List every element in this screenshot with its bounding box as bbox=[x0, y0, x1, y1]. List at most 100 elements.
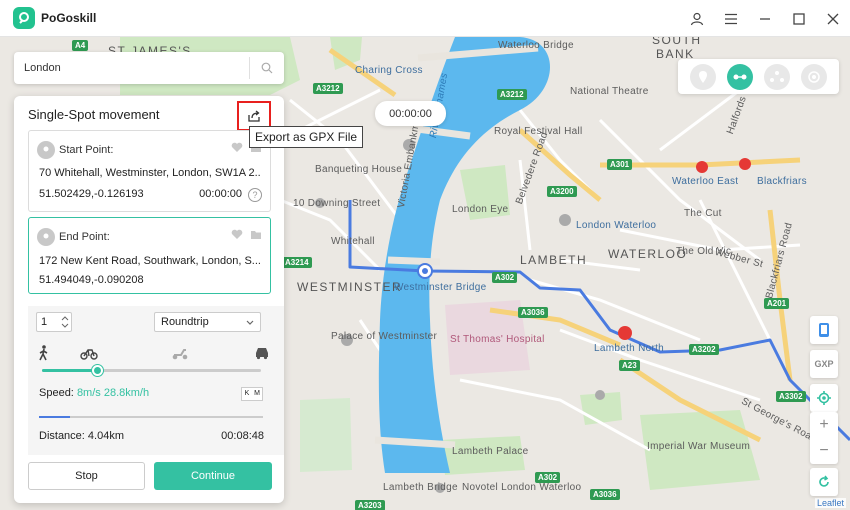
map-label: WESTMINSTER bbox=[297, 280, 403, 294]
distance-value: 4.04km bbox=[87, 430, 124, 442]
unit-m[interactable]: M bbox=[252, 388, 262, 400]
map-label: Waterloo Bridge bbox=[498, 40, 574, 51]
single-spot-mode-icon[interactable] bbox=[726, 63, 753, 90]
map-label: St Thomas' Hospital bbox=[450, 334, 545, 345]
duration-value: 00:08:48 bbox=[221, 430, 264, 442]
folder-icon[interactable] bbox=[250, 229, 262, 240]
side-toolbar: GXP bbox=[810, 316, 838, 418]
map-label: Lambeth Palace bbox=[452, 446, 529, 457]
map-label: Blackfriars bbox=[757, 176, 807, 187]
zoom-control: + − bbox=[810, 412, 838, 464]
stop-button[interactable]: Stop bbox=[28, 462, 145, 490]
road-badge: A3202 bbox=[689, 344, 719, 355]
phone-icon[interactable] bbox=[810, 316, 838, 344]
map-label: SOUTH bbox=[652, 37, 702, 47]
map-label: National Theatre bbox=[570, 86, 649, 97]
map-label: Lambeth North bbox=[594, 343, 665, 354]
trip-mode-value: Roundtrip bbox=[161, 316, 209, 328]
unit-toggle[interactable]: K M bbox=[241, 387, 263, 401]
map-label: Charing Cross bbox=[355, 65, 423, 76]
heart-icon[interactable] bbox=[231, 142, 243, 153]
stepper-arrows-icon[interactable] bbox=[60, 314, 70, 330]
export-icon bbox=[248, 110, 260, 122]
maximize-button[interactable] bbox=[782, 0, 816, 37]
reset-icon[interactable] bbox=[810, 468, 838, 496]
map-label: Whitehall bbox=[331, 236, 375, 247]
road-badge: A3036 bbox=[590, 489, 620, 500]
side-toolbar-bottom bbox=[810, 468, 838, 502]
speed-row: Speed: 8m/s 28.8km/h bbox=[39, 387, 149, 399]
map-label: London Waterloo bbox=[576, 220, 657, 231]
chevron-down-icon bbox=[246, 320, 254, 325]
panel-title: Single-Spot movement bbox=[28, 107, 160, 122]
export-tooltip: Export as GPX File bbox=[249, 126, 364, 148]
road-badge: A4 bbox=[72, 40, 89, 51]
map-label: Imperial War Museum bbox=[647, 441, 751, 452]
unit-k[interactable]: K bbox=[242, 388, 252, 400]
search-button[interactable] bbox=[250, 52, 284, 84]
help-icon[interactable]: ? bbox=[248, 188, 262, 202]
map-label: LAMBETH bbox=[520, 253, 588, 267]
gxp-button[interactable]: GXP bbox=[810, 350, 838, 378]
road-badge: A3302 bbox=[776, 391, 806, 402]
road-badge: A301 bbox=[607, 159, 633, 170]
search-icon bbox=[261, 62, 273, 74]
start-time: 00:00:00 bbox=[199, 188, 242, 200]
road-badge: A3203 bbox=[355, 500, 385, 510]
continue-button[interactable]: Continue bbox=[154, 462, 272, 490]
menu-icon[interactable] bbox=[714, 0, 748, 37]
end-coords: 51.494049,-0.090208 bbox=[39, 274, 144, 286]
map-label: Waterloo East bbox=[672, 176, 739, 187]
locate-icon[interactable] bbox=[810, 384, 838, 412]
end-point-card[interactable]: End Point: 172 New Kent Road, Southwark,… bbox=[28, 217, 271, 294]
start-point-card[interactable]: Start Point: 70 Whitehall, Westminster, … bbox=[28, 130, 271, 212]
road-badge: A23 bbox=[619, 360, 640, 371]
location-pin-icon bbox=[37, 228, 55, 246]
walk-icon[interactable] bbox=[38, 344, 50, 362]
minimize-button[interactable] bbox=[748, 0, 782, 37]
road-badge: A201 bbox=[764, 298, 790, 309]
teleport-mode-icon[interactable] bbox=[689, 63, 716, 90]
road-badge: A3200 bbox=[547, 186, 577, 197]
location-pin-icon bbox=[37, 141, 55, 159]
start-coords: 51.502429,-0.126193 bbox=[39, 188, 144, 200]
close-button[interactable] bbox=[816, 0, 850, 37]
distance-label: Distance: bbox=[39, 430, 85, 442]
map-label: Novotel London Waterloo bbox=[462, 482, 582, 493]
multi-spot-mode-icon[interactable] bbox=[764, 63, 791, 90]
joystick-mode-icon[interactable] bbox=[801, 63, 828, 90]
car-icon[interactable] bbox=[254, 344, 270, 362]
app-name: PoGoskill bbox=[41, 11, 97, 25]
title-bar: PoGoskill bbox=[0, 0, 850, 37]
mode-strip bbox=[678, 59, 839, 94]
speed-slider-fill bbox=[42, 369, 97, 372]
zoom-in-button[interactable]: + bbox=[810, 412, 838, 438]
route-progress-bar bbox=[39, 416, 263, 418]
road-badge: A3212 bbox=[497, 89, 527, 100]
start-address: 70 Whitehall, Westminster, London, SW1A … bbox=[39, 167, 261, 179]
route-timer: 00:00:00 bbox=[375, 101, 446, 126]
speed-value: 8m/s 28.8km/h bbox=[76, 387, 150, 399]
map-label: Westminster Bridge bbox=[394, 282, 487, 293]
user-icon[interactable] bbox=[680, 0, 714, 37]
map-label: Palace of Westminster bbox=[331, 331, 438, 342]
heart-icon[interactable] bbox=[231, 229, 243, 240]
map-label: Lambeth Bridge bbox=[383, 482, 458, 493]
repeat-count-stepper[interactable]: 1 bbox=[36, 312, 72, 332]
road-badge: A302 bbox=[492, 272, 518, 283]
route-progress-fill bbox=[39, 416, 71, 418]
road-badge: A302 bbox=[535, 472, 561, 483]
speed-slider-handle[interactable] bbox=[91, 365, 103, 376]
zoom-out-button[interactable]: − bbox=[810, 438, 838, 464]
scooter-icon[interactable] bbox=[171, 344, 189, 362]
search-input[interactable] bbox=[14, 52, 249, 84]
app-logo-icon bbox=[13, 7, 35, 29]
end-point-label: End Point: bbox=[59, 231, 110, 243]
start-point-label: Start Point: bbox=[59, 144, 114, 156]
speed-label: Speed: bbox=[39, 387, 74, 399]
speed-slider[interactable] bbox=[42, 365, 261, 376]
search-bar bbox=[14, 52, 284, 84]
repeat-count-value: 1 bbox=[41, 316, 48, 328]
bike-icon[interactable] bbox=[80, 344, 98, 362]
trip-mode-select[interactable]: Roundtrip bbox=[154, 312, 261, 332]
